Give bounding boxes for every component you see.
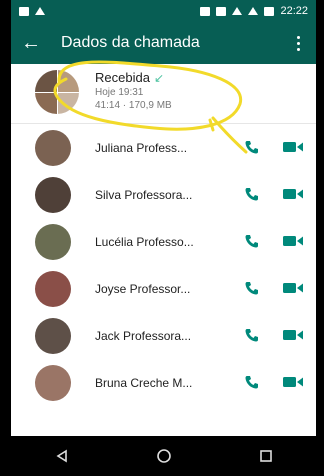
call-direction: Recebida ↙ xyxy=(95,70,172,85)
phone-icon[interactable] xyxy=(244,327,260,343)
circle-home-icon[interactable] xyxy=(156,448,172,464)
participant-row[interactable]: Bruna Creche M... xyxy=(11,359,316,406)
status-bar: 22:22 xyxy=(11,0,316,22)
triangle-back-icon[interactable] xyxy=(55,449,69,463)
participant-row[interactable]: Joyse Professor... xyxy=(11,265,316,312)
avatar xyxy=(35,317,71,354)
participant-row[interactable]: Silva Professora... xyxy=(11,171,316,218)
warning-icon xyxy=(35,7,45,15)
group-avatar xyxy=(35,70,79,114)
signal-icon xyxy=(248,7,259,15)
video-icon[interactable] xyxy=(283,376,303,388)
battery-icon xyxy=(264,6,275,16)
more-vertical-icon[interactable] xyxy=(290,35,306,51)
call-summary: Recebida ↙ Hoje 19:31 41:14 · 170,9 MB xyxy=(11,64,316,124)
wifi-icon xyxy=(232,7,243,15)
participant-name: Lucélia Professo... xyxy=(95,234,194,249)
video-icon[interactable] xyxy=(283,188,303,200)
phone-icon[interactable] xyxy=(244,374,260,390)
avatar xyxy=(35,129,71,166)
app-bar: ← Dados da chamada xyxy=(11,22,316,64)
avatar xyxy=(35,176,71,213)
participant-name: Juliana Profess... xyxy=(95,140,188,155)
participant-row[interactable]: Juliana Profess... xyxy=(11,124,316,171)
call-date: Hoje 19:31 xyxy=(95,87,144,98)
call-duration-size: 41:14 · 170,9 MB xyxy=(95,100,172,111)
participant-name: Silva Professora... xyxy=(95,187,193,202)
square-recents-icon[interactable] xyxy=(259,449,273,463)
participant-name: Joyse Professor... xyxy=(95,281,191,296)
video-icon[interactable] xyxy=(283,282,303,294)
clock: 22:22 xyxy=(280,5,308,17)
phone-icon[interactable] xyxy=(244,280,260,296)
nfc-icon xyxy=(200,6,211,16)
call-details: Recebida ↙ Hoje 19:31 41:14 · 170,9 MB Ju… xyxy=(11,64,316,436)
call-direction-label: Recebida xyxy=(95,70,150,85)
participant-row[interactable]: Jack Professora... xyxy=(11,312,316,359)
phone-icon[interactable] xyxy=(244,233,260,249)
participant-name: Jack Professora... xyxy=(95,328,192,343)
phone-icon[interactable] xyxy=(244,139,260,155)
avatar xyxy=(35,364,71,401)
notification-icon xyxy=(19,6,29,16)
avatar xyxy=(35,223,71,260)
video-icon[interactable] xyxy=(283,329,303,341)
phone-screen: 22:22 ← Dados da chamada Recebida ↙ Hoje … xyxy=(11,0,316,476)
participant-row[interactable]: Lucélia Professo... xyxy=(11,218,316,265)
arrow-left-icon[interactable]: ← xyxy=(21,33,51,53)
phone-icon[interactable] xyxy=(244,186,260,202)
participant-name: Bruna Creche M... xyxy=(95,375,193,390)
video-icon[interactable] xyxy=(283,141,303,153)
avatar xyxy=(35,270,71,307)
navigation-bar xyxy=(11,436,316,476)
alarm-icon xyxy=(216,6,227,16)
page-title: Dados da chamada xyxy=(61,34,200,51)
video-icon[interactable] xyxy=(283,235,303,247)
incoming-arrow-icon: ↙ xyxy=(153,71,164,85)
